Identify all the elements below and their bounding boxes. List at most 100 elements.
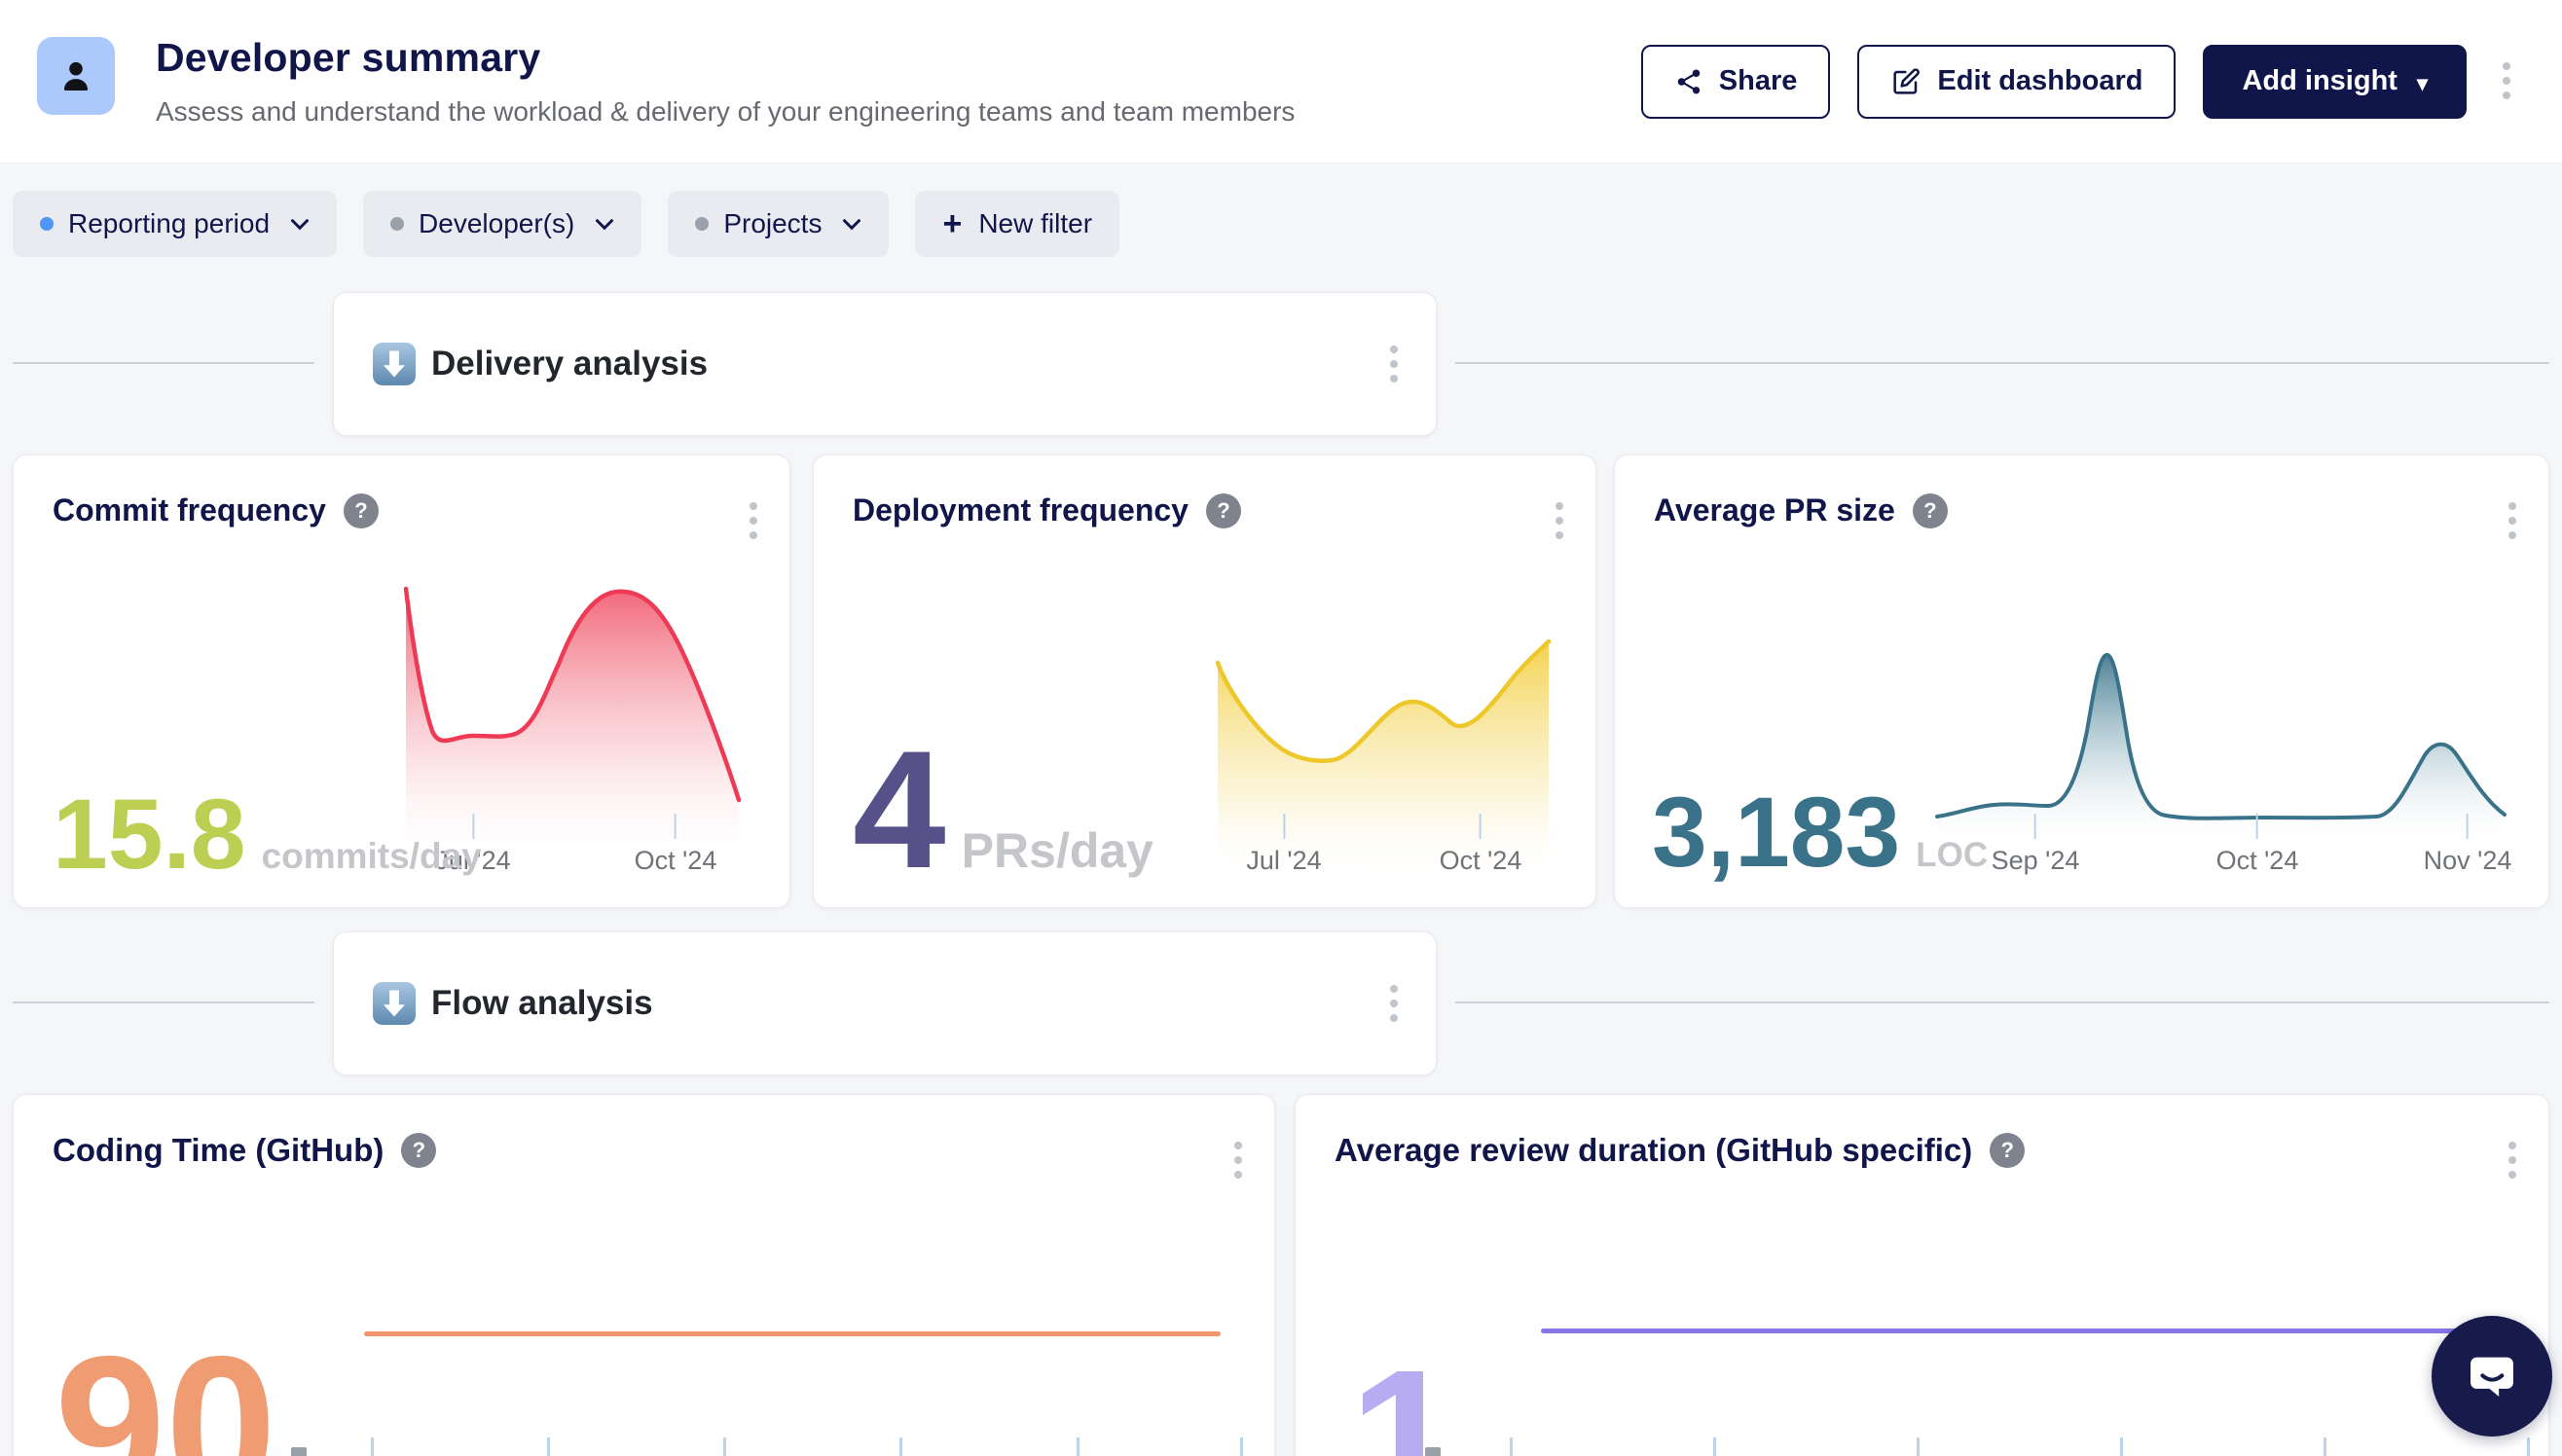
- filter-projects[interactable]: Projects: [668, 191, 889, 257]
- help-icon[interactable]: ?: [1913, 493, 1948, 528]
- card-header: Coding Time (GitHub) ?: [53, 1132, 436, 1169]
- metric-unit: PRs/day: [962, 822, 1153, 879]
- x-tick: Nov '24: [2424, 814, 2512, 876]
- filter-reporting-period[interactable]: Reporting period: [13, 191, 337, 257]
- coding-time-sparkline: [364, 1331, 1221, 1336]
- header-titles: Developer summary Assess and understand …: [156, 35, 1295, 127]
- card-average-review-duration: Average review duration (GitHub specific…: [1295, 1094, 2549, 1456]
- card-commit-frequency: Commit frequency ? Jul '24 Oct '24 15.8 …: [13, 455, 790, 908]
- card-title: Deployment frequency: [853, 492, 1189, 528]
- card-title: Average PR size: [1654, 492, 1895, 528]
- metric-value: 15.8: [53, 784, 246, 884]
- filter-inactive-dot: [695, 217, 709, 231]
- down-arrow-emoji-icon: [373, 343, 416, 385]
- new-filter-button[interactable]: + New filter: [915, 191, 1119, 257]
- new-filter-label: New filter: [978, 208, 1092, 239]
- metric-value: 4: [853, 726, 946, 893]
- card-header: Deployment frequency ?: [853, 492, 1241, 528]
- tick-mark: [2034, 814, 2036, 839]
- metric-unit: LOC: [1916, 836, 1988, 875]
- card-coding-time: Coding Time (GitHub) ? 90: [13, 1094, 1275, 1456]
- filter-active-dot: [40, 217, 54, 231]
- metric-value: 90: [55, 1327, 276, 1456]
- edit-icon: [1890, 66, 1922, 97]
- card-average-pr-size: Average PR size ? Sep '24 Oct '24 Nov '2…: [1614, 455, 2549, 908]
- x-tick: Sep '24: [1992, 814, 2080, 876]
- tick-mark: [1283, 814, 1285, 839]
- metric: 1: [1349, 1340, 1460, 1456]
- row-divider: [1455, 1001, 2549, 1003]
- add-insight-button[interactable]: Add insight ▾: [2203, 45, 2467, 119]
- metric: 15.8 commits/day: [53, 784, 482, 884]
- down-arrow-emoji-icon: [373, 982, 416, 1025]
- card-header: Average PR size ?: [1654, 492, 1948, 528]
- card-title: Average review duration (GitHub specific…: [1335, 1132, 1972, 1169]
- header-actions: Share Edit dashboard Add insight ▾: [1641, 45, 2519, 119]
- edit-dashboard-button[interactable]: Edit dashboard: [1857, 45, 2176, 119]
- x-tick: Oct '24: [1440, 814, 1522, 876]
- chat-bubble-icon: [2462, 1346, 2522, 1406]
- filter-developers[interactable]: Developer(s): [363, 191, 641, 257]
- dashboard-avatar: [37, 37, 115, 115]
- x-tick-mark: [547, 1438, 550, 1456]
- tick-mark: [1480, 814, 1482, 839]
- card-menu[interactable]: [2500, 492, 2525, 551]
- x-tick-mark: [2324, 1438, 2326, 1456]
- page-header: Developer summary Assess and understand …: [0, 0, 2562, 164]
- card-menu[interactable]: [741, 492, 766, 551]
- section-title: Flow analysis: [431, 984, 653, 1023]
- chat-launcher-button[interactable]: [2432, 1316, 2552, 1437]
- help-icon[interactable]: ?: [344, 493, 379, 528]
- tick-label: Oct '24: [1440, 846, 1522, 876]
- x-tick-mark: [723, 1438, 726, 1456]
- filter-bar: Reporting period Developer(s) Projects +…: [13, 191, 1119, 257]
- card-menu[interactable]: [2500, 1132, 2525, 1190]
- section-menu[interactable]: [1381, 975, 1407, 1034]
- metric-value: 1: [1349, 1340, 1460, 1456]
- row-divider: [13, 362, 314, 364]
- row-divider: [1455, 362, 2549, 364]
- header-overflow-menu[interactable]: [2494, 53, 2519, 111]
- x-tick: Oct '24: [635, 814, 717, 876]
- card-menu[interactable]: [1547, 492, 1572, 551]
- chevron-down-icon: [290, 218, 310, 231]
- review-duration-sparkline: [1541, 1329, 2503, 1333]
- page-title: Developer summary: [156, 35, 1295, 81]
- x-tick-mark: [899, 1438, 902, 1456]
- tick-label: Nov '24: [2424, 846, 2512, 876]
- share-icon: [1674, 67, 1703, 96]
- header-left: Developer summary Assess and understand …: [37, 35, 1295, 127]
- x-tick: Oct '24: [2216, 814, 2299, 876]
- tick-mark: [2467, 814, 2469, 839]
- clipped-unit-text: [1425, 1447, 1441, 1456]
- clipped-unit-text: [291, 1447, 307, 1456]
- section-delivery-analysis: Delivery analysis: [333, 292, 1437, 436]
- help-icon[interactable]: ?: [1990, 1133, 2025, 1168]
- metric-unit: commits/day: [262, 836, 482, 877]
- chevron-down-icon: [842, 218, 861, 231]
- help-icon[interactable]: ?: [401, 1133, 436, 1168]
- metric: 3,183 LOC: [1652, 783, 1988, 882]
- x-tick-mark: [1917, 1438, 1920, 1456]
- share-button[interactable]: Share: [1641, 45, 1831, 119]
- section-menu[interactable]: [1381, 336, 1407, 394]
- page-subtitle: Assess and understand the workload & del…: [156, 96, 1295, 127]
- add-insight-label: Add insight: [2242, 65, 2397, 97]
- filter-developers-label: Developer(s): [419, 208, 574, 239]
- x-tick-mark: [1077, 1438, 1080, 1456]
- filter-projects-label: Projects: [723, 208, 822, 239]
- metric: 90: [55, 1327, 276, 1456]
- chevron-down-icon: [595, 218, 614, 231]
- share-button-label: Share: [1719, 65, 1798, 97]
- row-divider: [13, 1001, 314, 1003]
- card-header: Average review duration (GitHub specific…: [1335, 1132, 2025, 1169]
- card-menu[interactable]: [1226, 1132, 1251, 1190]
- card-deployment-frequency: Deployment frequency ? Jul '24 Oct '24 4…: [813, 455, 1596, 908]
- caret-down-icon: ▾: [2417, 71, 2428, 96]
- x-tick-mark: [2120, 1438, 2123, 1456]
- person-icon: [55, 55, 97, 97]
- metric: 4 PRs/day: [853, 726, 1153, 893]
- help-icon[interactable]: ?: [1206, 493, 1241, 528]
- tick-label: Jul '24: [1246, 846, 1321, 876]
- x-tick-mark: [371, 1438, 374, 1456]
